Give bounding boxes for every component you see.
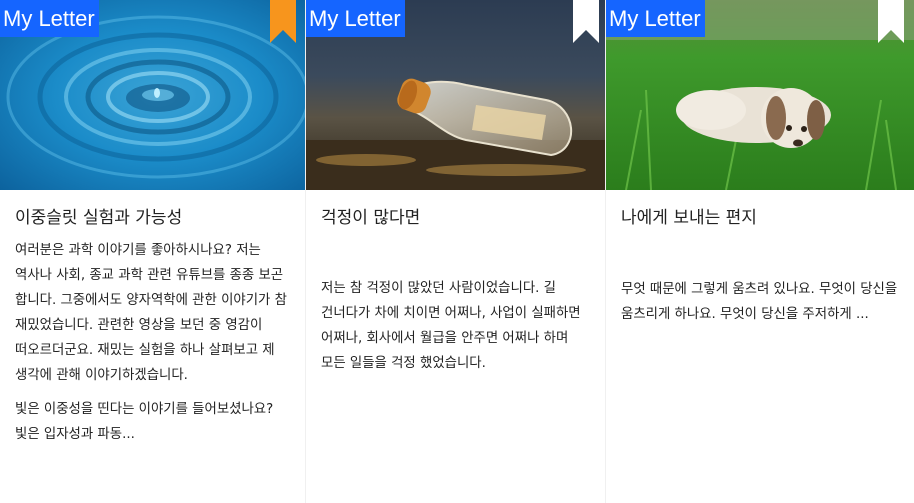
letter-card[interactable]: My Letter 이중슬릿 실험과 가능성 여러분은 과학 이야기를 좋아하시… xyxy=(0,0,305,503)
brand-label: My Letter xyxy=(0,0,99,37)
card-excerpt: 빛은 이중성을 띤다는 이야기를 들어보셨나요? 빛은 입자성과 파동... xyxy=(15,402,274,442)
card-title[interactable]: 걱정이 많다면 xyxy=(321,207,590,229)
card-thumbnail[interactable]: My Letter xyxy=(606,0,914,190)
card-excerpt: 무엇 때문에 그렇게 움츠려 있나요. 무엇이 당신을 움츠리게 하나요. 무엇… xyxy=(621,282,898,322)
card-title[interactable]: 나에게 보내는 편지 xyxy=(621,207,899,229)
card-excerpt: 저는 참 걱정이 많았던 사람이었습니다. 길 건너다가 차에 치이면 어쩌나,… xyxy=(321,281,581,371)
card-title[interactable]: 이중슬릿 실험과 가능성 xyxy=(15,207,290,229)
letter-card-grid: My Letter 이중슬릿 실험과 가능성 여러분은 과학 이야기를 좋아하시… xyxy=(0,0,914,503)
card-excerpt: 여러분은 과학 이야기를 좋아하시나요? 저는 역사나 사회, 종교 과학 관련… xyxy=(15,243,287,383)
brand-label: My Letter xyxy=(306,0,405,37)
card-thumbnail[interactable]: My Letter xyxy=(306,0,605,190)
bookmark-icon[interactable] xyxy=(572,0,600,44)
card-thumbnail[interactable]: My Letter xyxy=(0,0,305,190)
bookmark-icon[interactable] xyxy=(269,0,297,44)
brand-label: My Letter xyxy=(606,0,705,37)
letter-card[interactable]: My Letter 걱정이 많다면 저는 참 걱정이 많았던 사람이었습니다. … xyxy=(306,0,605,503)
bookmark-icon[interactable] xyxy=(877,0,905,44)
letter-card[interactable]: My Letter 나에게 보내는 편지 무엇 때문에 그렇게 움츠려 있나요.… xyxy=(606,0,914,503)
